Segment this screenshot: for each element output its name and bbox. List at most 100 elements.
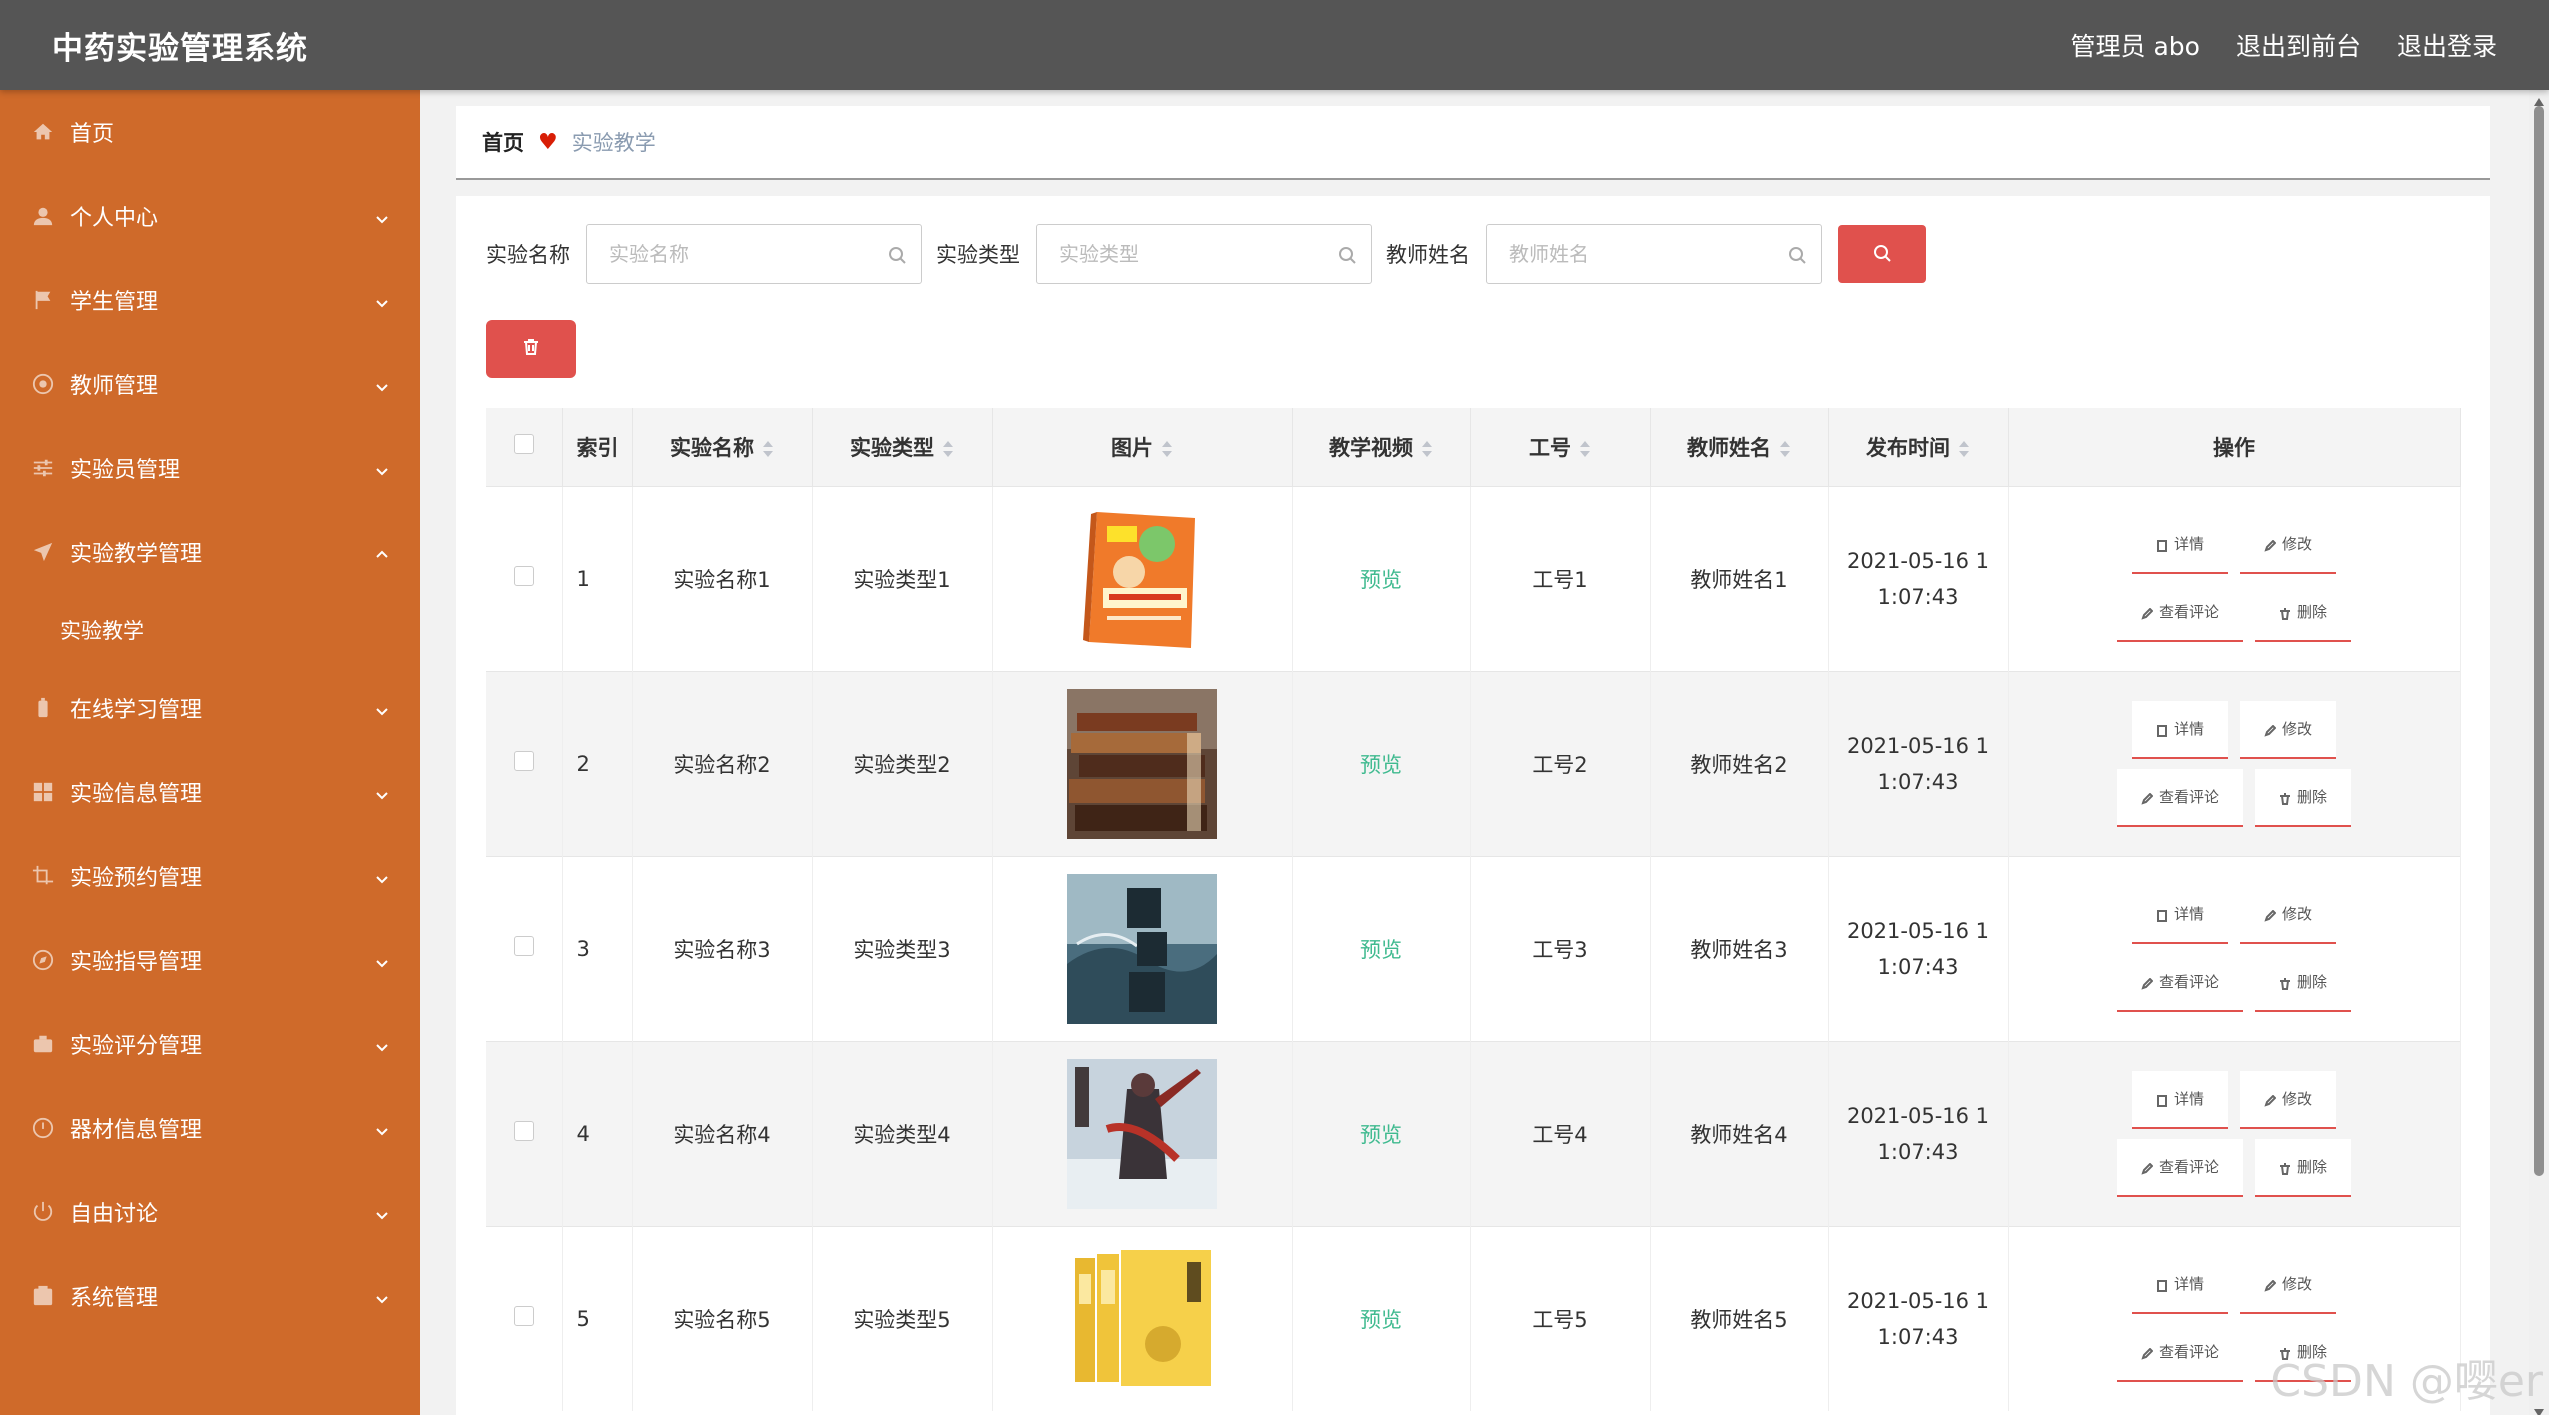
sidebar-item-home[interactable]: 首页	[0, 90, 420, 174]
sort-icon[interactable]	[1579, 439, 1591, 459]
sidebar-item-label: 系统管理	[70, 1286, 159, 1311]
detail-button[interactable]: 详情	[2132, 515, 2228, 574]
col-name[interactable]: 实验名称	[632, 408, 813, 486]
row-actions: 详情 修改 查看评论 删除	[2114, 885, 2354, 1012]
sidebar-item-online-learning[interactable]: 在线学习管理	[0, 666, 420, 750]
edit-button[interactable]: 修改	[2240, 700, 2336, 759]
video-preview-link[interactable]: 预览	[1360, 1308, 1402, 1332]
calligraphy-poster-image[interactable]	[1067, 873, 1217, 1024]
edit-button[interactable]: 修改	[2240, 515, 2336, 574]
batch-delete-button[interactable]	[486, 320, 576, 378]
search-name-input[interactable]	[587, 225, 921, 283]
cell-teacher: 教师姓名3	[1650, 856, 1829, 1041]
sidebar-item-label: 实验员管理	[70, 458, 181, 483]
sidebar-item-student[interactable]: 学生管理	[0, 258, 420, 342]
detail-label: 详情	[2173, 535, 2204, 553]
row-checkbox[interactable]	[513, 751, 534, 771]
warrior-poster-image[interactable]	[1067, 1058, 1217, 1209]
view-comments-button[interactable]: 查看评论	[2117, 583, 2243, 642]
video-preview-link[interactable]: 预览	[1360, 938, 1402, 962]
view-comments-button[interactable]: 查看评论	[2117, 953, 2243, 1012]
cell-teacher: 教师姓名4	[1650, 1041, 1829, 1226]
delete-button[interactable]: 删除	[2255, 1138, 2351, 1197]
sort-icon[interactable]	[1779, 439, 1791, 459]
cell-job-no: 工号1	[1470, 486, 1651, 671]
search-teacher-input[interactable]	[1487, 225, 1821, 283]
sidebar-item-lab-info[interactable]: 实验信息管理	[0, 750, 420, 834]
row-select-cell	[486, 671, 563, 856]
sort-icon[interactable]	[1421, 439, 1433, 459]
content-panel: 实验名称 实验类型 教师姓名	[456, 196, 2490, 1415]
edit-label: 修改	[2281, 905, 2312, 923]
cell-video: 预览	[1292, 1041, 1471, 1226]
edit-button[interactable]: 修改	[2240, 1255, 2336, 1314]
sidebar-item-teacher[interactable]: 教师管理	[0, 342, 420, 426]
chevron-down-icon	[374, 868, 390, 884]
view-comments-button[interactable]: 查看评论	[2117, 1323, 2243, 1382]
view-comments-label: 查看评论	[2158, 973, 2219, 991]
logout-link[interactable]: 退出登录	[2397, 27, 2497, 63]
scrollbar-thumb[interactable]	[2534, 106, 2544, 1176]
search-label-name: 实验名称	[486, 243, 570, 267]
row-checkbox[interactable]	[513, 936, 534, 956]
cell-time: 2021-05-16 1 1:07:43	[1828, 1226, 2009, 1411]
books-stack-image[interactable]	[1067, 688, 1217, 839]
cell-name: 实验名称5	[632, 1226, 813, 1411]
edit-button[interactable]: 修改	[2240, 1070, 2336, 1129]
exit-to-frontend-link[interactable]: 退出到前台	[2236, 27, 2361, 63]
view-comments-button[interactable]: 查看评论	[2117, 1138, 2243, 1197]
sidebar-item-system[interactable]: 系统管理	[0, 1254, 420, 1338]
book-cover-image[interactable]	[1067, 503, 1217, 654]
sort-icon[interactable]	[1161, 439, 1173, 459]
col-image[interactable]: 图片	[992, 408, 1293, 486]
detail-button[interactable]: 详情	[2132, 1070, 2228, 1129]
admin-user-link[interactable]: 管理员 abo	[2071, 27, 2200, 63]
detail-button[interactable]: 详情	[2132, 885, 2228, 944]
sort-icon[interactable]	[1958, 439, 1970, 459]
home-icon	[32, 121, 54, 143]
compass-icon	[32, 949, 54, 971]
search-icon	[1787, 245, 1807, 265]
video-preview-link[interactable]: 预览	[1360, 1123, 1402, 1147]
crop-icon	[32, 865, 54, 887]
detail-button[interactable]: 详情	[2132, 700, 2228, 759]
sidebar-item-discussion[interactable]: 自由讨论	[0, 1170, 420, 1254]
yellow-books-image[interactable]	[1067, 1243, 1217, 1394]
search-button[interactable]	[1838, 225, 1926, 283]
breadcrumb-home[interactable]: 首页	[482, 127, 524, 157]
search-type-input[interactable]	[1037, 225, 1371, 283]
edit-button[interactable]: 修改	[2240, 885, 2336, 944]
sidebar-subitem-lab-teaching[interactable]: 实验教学	[0, 594, 420, 666]
detail-button[interactable]: 详情	[2132, 1255, 2228, 1314]
scroll-up-icon[interactable]	[2533, 92, 2545, 106]
sidebar-item-scoring[interactable]: 实验评分管理	[0, 1002, 420, 1086]
time-line: 2021-05-16 1	[1846, 1288, 1990, 1313]
video-preview-link[interactable]: 预览	[1360, 568, 1402, 592]
cell-image	[992, 486, 1293, 671]
sort-icon[interactable]	[762, 439, 774, 459]
col-teacher[interactable]: 教师姓名	[1650, 408, 1829, 486]
sidebar-item-personal-center[interactable]: 个人中心	[0, 174, 420, 258]
col-job-no[interactable]: 工号	[1470, 408, 1651, 486]
row-checkbox[interactable]	[513, 566, 534, 586]
col-type[interactable]: 实验类型	[812, 408, 993, 486]
view-comments-button[interactable]: 查看评论	[2117, 768, 2243, 827]
video-preview-link[interactable]: 预览	[1360, 753, 1402, 777]
col-time[interactable]: 发布时间	[1828, 408, 2009, 486]
clock-icon	[32, 1117, 54, 1139]
sidebar-item-equipment[interactable]: 器材信息管理	[0, 1086, 420, 1170]
row-checkbox[interactable]	[513, 1121, 534, 1141]
sidebar-item-teaching[interactable]: 实验教学管理	[0, 510, 420, 594]
sidebar-item-guidance[interactable]: 实验指导管理	[0, 918, 420, 1002]
col-video[interactable]: 教学视频	[1292, 408, 1471, 486]
sort-icon[interactable]	[942, 439, 954, 459]
vertical-scrollbar[interactable]	[2529, 90, 2549, 1415]
select-all-checkbox[interactable]	[513, 434, 534, 455]
delete-button[interactable]: 删除	[2255, 768, 2351, 827]
sidebar-item-reservation[interactable]: 实验预约管理	[0, 834, 420, 918]
sidebar-item-lab-staff[interactable]: 实验员管理	[0, 426, 420, 510]
delete-button[interactable]: 删除	[2255, 953, 2351, 1012]
row-checkbox[interactable]	[513, 1306, 534, 1327]
cell-index: 1	[562, 486, 633, 671]
delete-button[interactable]: 删除	[2255, 583, 2351, 642]
